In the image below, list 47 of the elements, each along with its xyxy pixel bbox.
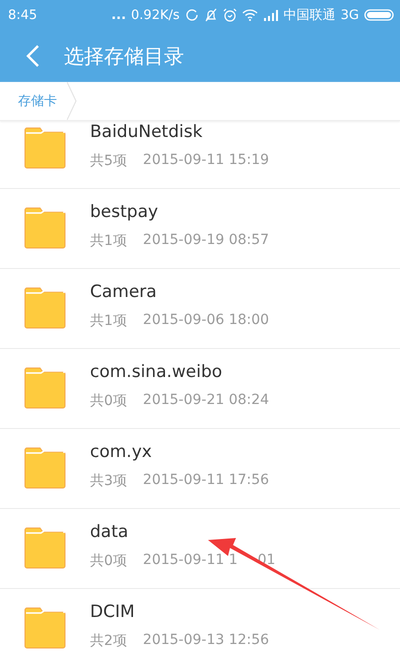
folder-row[interactable]: com.yx 共3项 2015-09-11 17:56: [0, 429, 400, 509]
modified-date: 2015-09-11 1: [142, 552, 238, 570]
signal-icon: [262, 9, 279, 21]
folder-name: Camera: [90, 282, 158, 302]
item-count: 共0项: [90, 392, 127, 410]
bell-off-icon: [204, 8, 218, 22]
item-count: 共1项: [90, 312, 127, 330]
folder-name: BaiduNetdisk: [90, 122, 204, 142]
modified-date: 2015-09-13 12:56: [142, 632, 270, 650]
modified-date: 2015-09-21 08:24: [142, 392, 270, 410]
folder-row[interactable]: BaiduNetdisk 共5项 2015-09-11 15:19: [0, 121, 400, 189]
screen-title: 选择存储目录: [64, 42, 184, 70]
folder-icon: [24, 367, 66, 409]
folder-icon: [24, 127, 66, 169]
folder-name: DCIM: [90, 602, 136, 622]
folder-row[interactable]: DCIM 共2项 2015-09-13 12:56: [0, 589, 400, 655]
more-dots: ...: [111, 8, 126, 22]
item-count: 共3项: [90, 472, 127, 490]
back-icon[interactable]: [26, 44, 40, 68]
folder-name: bestpay: [90, 202, 160, 222]
network-speed: 0.92K/s: [131, 8, 180, 22]
item-count: 共5项: [90, 152, 127, 170]
battery-icon: [364, 9, 394, 21]
modified-date: 2015-09-06 18:00: [142, 312, 270, 330]
folder-row[interactable]: Camera 共1项 2015-09-06 18:00: [0, 269, 400, 349]
folder-icon: [24, 207, 66, 249]
folder-row[interactable]: bestpay 共1项 2015-09-19 08:57: [0, 189, 400, 269]
modified-date: 2015-09-11 17:56: [142, 472, 270, 490]
folder-icon: [24, 527, 66, 569]
alarm-icon: [222, 8, 237, 22]
modified-date: 2015-09-11 15:19: [142, 152, 270, 170]
item-count: 共0项: [90, 552, 127, 570]
modified-date: 2015-09-19 08:57: [142, 232, 270, 250]
folder-name: com.yx: [90, 442, 153, 462]
carrier-name: 中国联通: [284, 7, 336, 24]
wifi-icon: [242, 9, 258, 21]
folder-name: data: [90, 522, 130, 542]
item-count: 共2项: [90, 632, 127, 650]
sync-icon: [184, 8, 199, 22]
item-count: 共1项: [90, 232, 127, 250]
folder-icon: [24, 607, 66, 649]
network-type: 3G: [340, 8, 359, 22]
folder-icon: [24, 447, 66, 489]
folder-name: com.sina.weibo: [90, 362, 224, 382]
folder-icon: [24, 287, 66, 329]
folder-row[interactable]: com.sina.weibo 共0项 2015-09-21 08:24: [0, 349, 400, 429]
clock: 8:45: [8, 8, 38, 22]
